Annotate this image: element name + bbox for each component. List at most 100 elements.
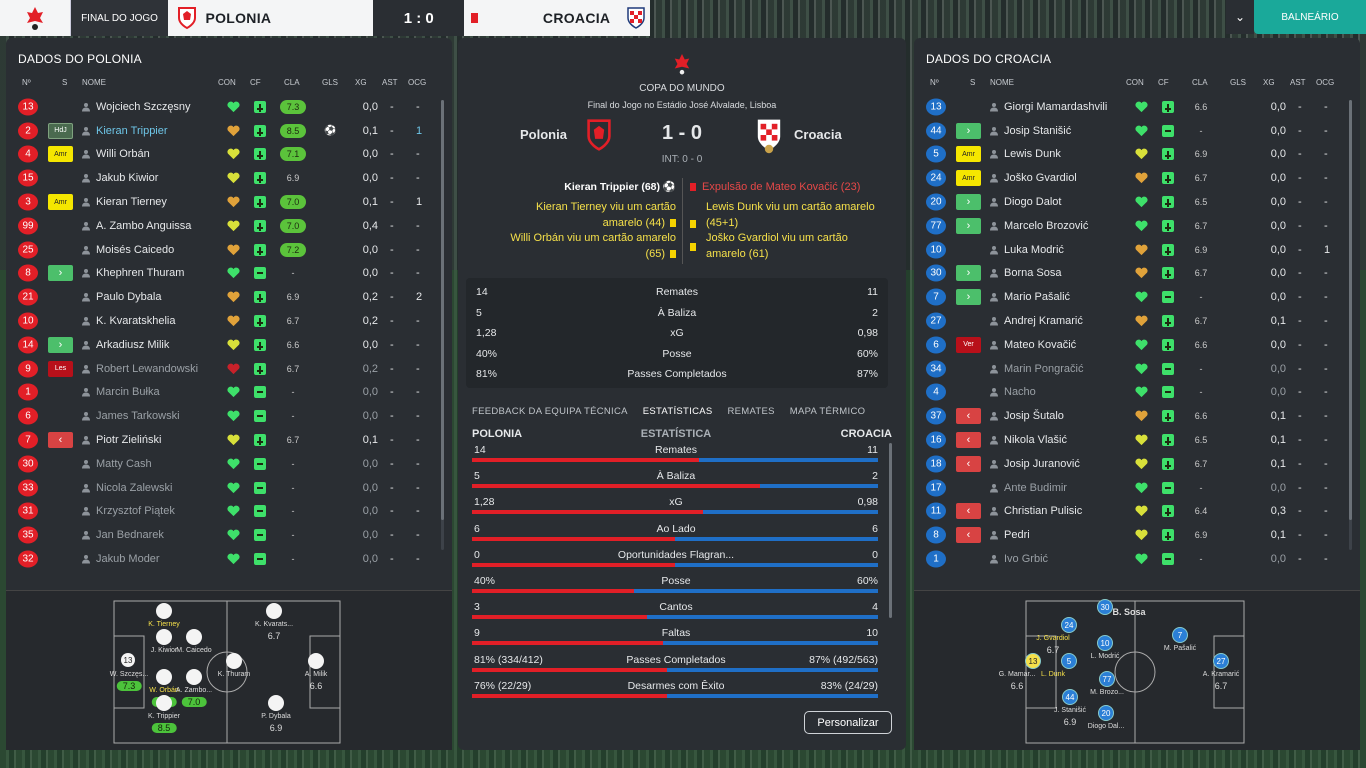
player-marker[interactable]: [186, 669, 202, 685]
player-row[interactable]: 8 › Khephren Thuram -0,0- -: [6, 262, 452, 286]
player-marker[interactable]: [266, 603, 282, 619]
player-name[interactable]: K. Kvaratskhelia: [96, 315, 175, 327]
player-row[interactable]: 9 Les Robert Lewandowski 6.7 0,2- -: [6, 357, 452, 381]
player-name[interactable]: Josip Šutalo: [1004, 410, 1064, 422]
player-row[interactable]: 6 Ver Mateo Kovačić 6.6 0,0- -: [914, 333, 1360, 357]
chevron-down-icon[interactable]: ⌄: [1226, 0, 1254, 34]
player-name[interactable]: Ante Budimir: [1004, 482, 1067, 494]
player-name[interactable]: Jakub Kiwior: [96, 172, 158, 184]
player-name[interactable]: Arkadiusz Milik: [96, 339, 169, 351]
player-name[interactable]: Wojciech Szczęsny: [96, 101, 191, 113]
player-marker[interactable]: 13: [121, 653, 135, 667]
player-name[interactable]: Luka Modrić: [1004, 244, 1064, 256]
player-row[interactable]: 15 Jakub Kiwior 6.9 0,0- -: [6, 166, 452, 190]
player-row[interactable]: 34 Marin Pongračić -0,0- -: [914, 357, 1360, 381]
player-marker[interactable]: [268, 695, 284, 711]
col-rating[interactable]: CLA: [284, 78, 300, 87]
col-rating[interactable]: CLA: [1192, 78, 1208, 87]
player-row[interactable]: 6 James Tarkowski -0,0- -: [6, 404, 452, 428]
player-marker[interactable]: [156, 669, 172, 685]
col-assists[interactable]: AST: [382, 78, 398, 87]
player-row[interactable]: 27 Andrej Kramarić 6.7 0,1- -: [914, 309, 1360, 333]
player-row[interactable]: 33 Nicola Zalewski -0,0- -: [6, 476, 452, 500]
col-xg[interactable]: XG: [355, 78, 367, 87]
player-name[interactable]: Christian Pulisic: [1004, 505, 1082, 517]
player-row[interactable]: 16 ‹ Nikola Vlašić 6.5 0,1- -: [914, 428, 1360, 452]
player-name[interactable]: Matty Cash: [96, 458, 152, 470]
player-marker[interactable]: 10: [1097, 635, 1113, 651]
player-row[interactable]: 35 Jan Bednarek -0,0- -: [6, 523, 452, 547]
player-row[interactable]: 5 Amr Lewis Dunk 6.9 0,0- -: [914, 143, 1360, 167]
player-row[interactable]: 99 A. Zambo Anguissa 7.0 0,4- -: [6, 214, 452, 238]
player-marker[interactable]: [226, 653, 242, 669]
col-goals[interactable]: GLS: [1230, 78, 1246, 87]
player-marker[interactable]: 27: [1213, 653, 1229, 669]
player-name[interactable]: Willi Orbán: [96, 148, 150, 160]
col-number[interactable]: Nº: [22, 78, 31, 87]
player-row[interactable]: 2 HdJ Kieran Trippier 8.5 ⚽ 0,1- 1: [6, 119, 452, 143]
player-marker[interactable]: [186, 629, 202, 645]
player-name[interactable]: Josip Juranović: [1004, 458, 1080, 470]
player-name[interactable]: Jakub Moder: [96, 553, 160, 565]
player-row[interactable]: 10 Luka Modrić 6.9 0,0- 1: [914, 238, 1360, 262]
player-row[interactable]: 4 Amr Willi Orbán 7.1 0,0- -: [6, 143, 452, 167]
col-status[interactable]: S: [62, 78, 67, 87]
player-name[interactable]: Marcelo Brozović: [1004, 220, 1088, 232]
player-marker[interactable]: 30: [1097, 599, 1113, 615]
player-marker[interactable]: [156, 603, 172, 619]
col-goals[interactable]: GLS: [322, 78, 338, 87]
player-name[interactable]: Kieran Tierney: [96, 196, 167, 208]
player-name[interactable]: Piotr Zieliński: [96, 434, 161, 446]
player-name[interactable]: Marin Pongračić: [1004, 363, 1083, 375]
col-status[interactable]: S: [970, 78, 975, 87]
player-marker[interactable]: [156, 695, 172, 711]
player-marker[interactable]: 20: [1098, 705, 1114, 721]
player-row[interactable]: 24 Amr Joško Gvardiol 6.7 0,0- -: [914, 166, 1360, 190]
player-name[interactable]: Nikola Vlašić: [1004, 434, 1067, 446]
player-name[interactable]: Krzysztof Piątek: [96, 505, 175, 517]
col-assists[interactable]: AST: [1290, 78, 1306, 87]
player-name[interactable]: Nicola Zalewski: [96, 482, 172, 494]
col-chances[interactable]: OCG: [408, 78, 426, 87]
player-name[interactable]: Ivo Grbić: [1004, 553, 1048, 565]
tab-statistics[interactable]: ESTATÍSTICAS: [643, 406, 713, 417]
player-marker[interactable]: 24: [1061, 617, 1077, 633]
player-name[interactable]: Khephren Thuram: [96, 267, 184, 279]
dressing-room-button[interactable]: BALNEÁRIO: [1254, 0, 1366, 34]
player-row[interactable]: 13 Giorgi Mamardashvili 6.6 0,0- -: [914, 95, 1360, 119]
player-row[interactable]: 44 › Josip Stanišić -0,0- -: [914, 119, 1360, 143]
player-marker[interactable]: 5: [1061, 653, 1077, 669]
player-name[interactable]: Nacho: [1004, 386, 1036, 398]
player-row[interactable]: 25 Moisés Caicedo 7.2 0,0- -: [6, 238, 452, 262]
tab-feedback[interactable]: FEEDBACK DA EQUIPA TÉCNICA: [472, 406, 628, 417]
scrollbar[interactable]: [441, 100, 444, 550]
player-name[interactable]: Paulo Dybala: [96, 291, 161, 303]
player-row[interactable]: 13 Wojciech Szczęsny 7.3 0,0- -: [6, 95, 452, 119]
player-row[interactable]: 7 ‹ Piotr Zieliński 6.7 0,1- -: [6, 428, 452, 452]
player-row[interactable]: 7 › Mario Pašalić -0,0- -: [914, 285, 1360, 309]
player-name[interactable]: Mario Pašalić: [1004, 291, 1070, 303]
player-name[interactable]: Giorgi Mamardashvili: [1004, 101, 1107, 113]
player-name[interactable]: Pedri: [1004, 529, 1030, 541]
player-row[interactable]: 21 Paulo Dybala 6.9 0,2- 2: [6, 285, 452, 309]
player-row[interactable]: 8 ‹ Pedri 6.9 0,1- -: [914, 523, 1360, 547]
col-chances[interactable]: OCG: [1316, 78, 1334, 87]
col-name[interactable]: NOME: [990, 78, 1014, 87]
tab-shots[interactable]: REMATES: [727, 406, 774, 417]
player-row[interactable]: 20 › Diogo Dalot 6.5 0,0- -: [914, 190, 1360, 214]
player-marker[interactable]: 7: [1172, 627, 1188, 643]
col-cf[interactable]: CF: [250, 78, 261, 87]
player-row[interactable]: 30 › Borna Sosa 6.7 0,0- -: [914, 262, 1360, 286]
scrollbar[interactable]: [889, 443, 892, 618]
customize-button[interactable]: Personalizar: [804, 711, 892, 734]
col-xg[interactable]: XG: [1263, 78, 1275, 87]
col-condition[interactable]: CON: [1126, 78, 1144, 87]
player-row[interactable]: 18 ‹ Josip Juranović 6.7 0,1- -: [914, 452, 1360, 476]
player-row[interactable]: 3 Amr Kieran Tierney 7.0 0,1- 1: [6, 190, 452, 214]
player-name[interactable]: Kieran Trippier: [96, 125, 168, 137]
player-marker[interactable]: 13: [1025, 653, 1041, 669]
player-name[interactable]: Moisés Caicedo: [96, 244, 174, 256]
col-number[interactable]: Nº: [930, 78, 939, 87]
player-name[interactable]: Joško Gvardiol: [1004, 172, 1077, 184]
player-row[interactable]: 17 Ante Budimir -0,0- -: [914, 476, 1360, 500]
